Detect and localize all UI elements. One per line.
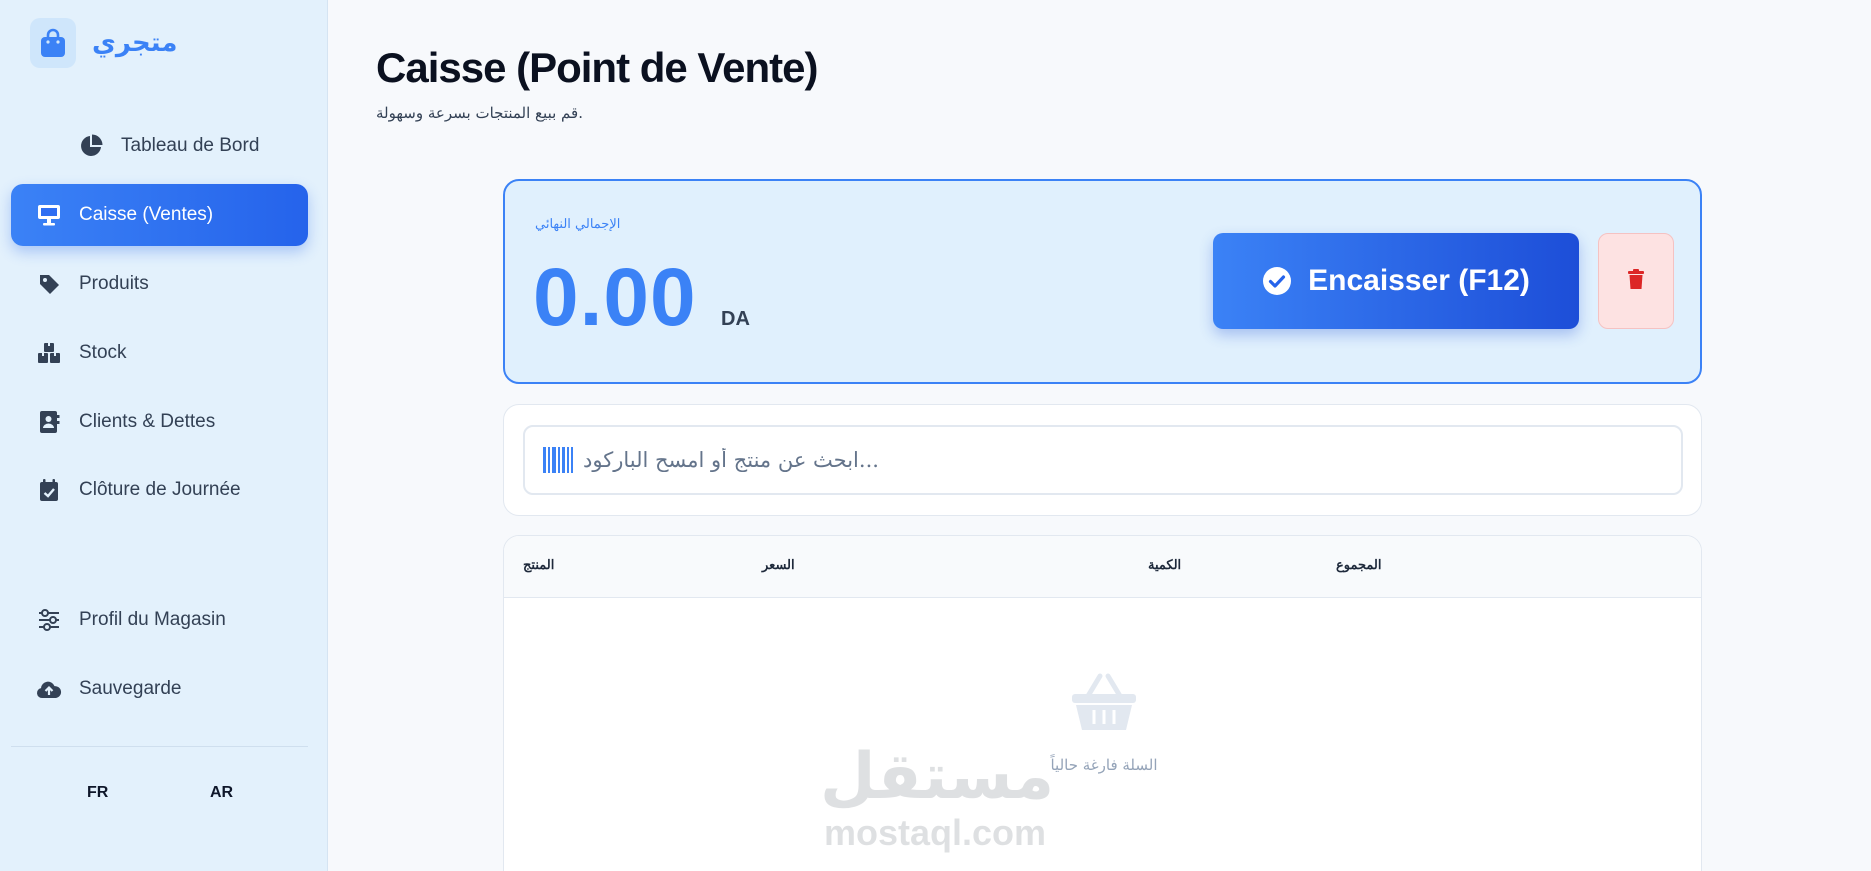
checkout-button[interactable]: Encaisser (F12): [1213, 233, 1579, 329]
sidebar-item-label: Caisse (Ventes): [79, 204, 214, 225]
total-label: الإجمالي النهائي: [535, 217, 621, 232]
cart-table: المنتج السعر الكمية المجموع السلة فارغة …: [503, 535, 1702, 871]
page-subtitle: قم ببيع المنتجات بسرعة وسهولة.: [376, 104, 583, 122]
checkout-button-label: Encaisser (F12): [1308, 264, 1530, 297]
sidebar-item-label: Tableau de Bord: [121, 135, 260, 156]
sidebar-item-day-closing[interactable]: Clôture de Journée: [11, 459, 308, 521]
total-amount: 0.00: [533, 252, 697, 343]
search-box[interactable]: [523, 425, 1683, 495]
shopping-bag-icon: [30, 18, 76, 68]
sidebar: متجري Tableau de Bord Caisse (Ventes) Pr…: [0, 0, 328, 871]
sidebar-divider: [11, 746, 308, 747]
page-title: Caisse (Point de Vente): [376, 44, 818, 91]
column-header-quantity: الكمية: [1148, 558, 1182, 573]
total-currency: DA: [721, 308, 750, 330]
tag-icon: [33, 268, 65, 300]
sidebar-item-label: Profil du Magasin: [79, 609, 226, 630]
sidebar-item-products[interactable]: Produits: [11, 253, 308, 315]
column-header-product: المنتج: [523, 558, 555, 573]
language-fr-button[interactable]: FR: [87, 784, 108, 802]
contact-book-icon: [33, 406, 65, 438]
monitor-icon: [33, 199, 65, 231]
brand-name: متجري: [92, 28, 178, 58]
column-header-total: المجموع: [1336, 558, 1382, 573]
cloud-upload-icon: [33, 673, 65, 705]
sliders-icon: [33, 604, 65, 636]
column-header-price: السعر: [762, 558, 795, 573]
sidebar-item-label: Clôture de Journée: [79, 479, 241, 500]
clear-cart-button[interactable]: [1598, 233, 1674, 329]
sidebar-item-label: Sauvegarde: [79, 678, 182, 699]
check-circle-icon: [1262, 266, 1292, 296]
total-card: الإجمالي النهائي 0.00 DA Encaisser (F12): [503, 179, 1702, 384]
sidebar-item-stock[interactable]: Stock: [11, 322, 308, 384]
cart-table-header: المنتج السعر الكمية المجموع: [504, 536, 1701, 598]
calendar-check-icon: [33, 474, 65, 506]
sidebar-item-label: Produits: [79, 273, 149, 294]
sidebar-item-sales[interactable]: Caisse (Ventes): [11, 184, 308, 246]
search-input[interactable]: [583, 448, 1663, 472]
boxes-icon: [33, 337, 65, 369]
barcode-icon: [543, 447, 573, 473]
language-ar-button[interactable]: AR: [210, 784, 233, 802]
brand[interactable]: متجري: [30, 18, 177, 68]
sidebar-item-dashboard[interactable]: Tableau de Bord: [11, 115, 308, 177]
shopping-basket-icon: [1070, 672, 1138, 737]
sidebar-item-label: Stock: [79, 342, 127, 363]
sidebar-item-backup[interactable]: Sauvegarde: [11, 658, 308, 720]
sidebar-item-store-profile[interactable]: Profil du Magasin: [11, 589, 308, 651]
sidebar-item-clients[interactable]: Clients & Dettes: [11, 391, 308, 453]
search-card: [503, 404, 1702, 516]
sidebar-item-label: Clients & Dettes: [79, 411, 216, 432]
pie-chart-icon: [75, 130, 107, 162]
empty-cart-text: السلة فارغة حالياً: [1050, 756, 1158, 774]
trash-icon: [1628, 268, 1644, 294]
